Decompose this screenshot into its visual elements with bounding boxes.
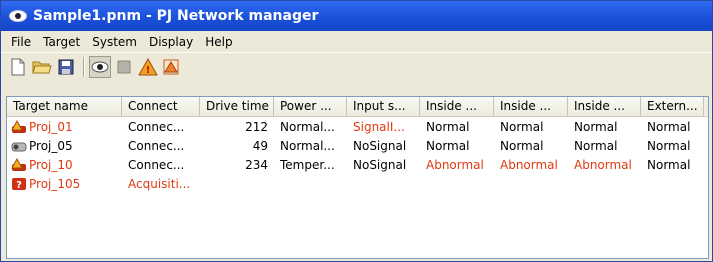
row-inside-2: Abnormal — [500, 157, 558, 172]
menu-bar: File Target System Display Help — [1, 31, 712, 52]
table-row[interactable]: Proj_05 Connec... 49 Normal... NoSignal … — [7, 136, 708, 155]
row-input: SignalI... — [353, 119, 405, 134]
row-inside-3: Normal — [574, 119, 618, 134]
row-power: Temper... — [280, 157, 335, 172]
eye-app-icon — [9, 9, 27, 23]
row-inside-1: Normal — [426, 138, 470, 153]
column-inside-2[interactable]: Inside ... — [494, 97, 568, 116]
projector-icon — [11, 139, 27, 153]
alert-settings-icon[interactable] — [161, 56, 183, 78]
error-projector-icon: ? — [11, 177, 27, 191]
row-input: NoSignal — [353, 138, 407, 153]
projector-list[interactable]: Target name Connect Drive time Power ...… — [6, 96, 709, 259]
toolbar-separator — [83, 57, 85, 77]
app-window: Sample1.pnm - PJ Network manager File Ta… — [0, 0, 713, 262]
column-power[interactable]: Power ... — [274, 97, 347, 116]
row-name: Proj_10 — [29, 157, 73, 172]
row-connect: Connec... — [128, 157, 185, 172]
row-inside-1: Normal — [426, 119, 470, 134]
table-row[interactable]: ? Proj_105 Acquisiti... — [7, 174, 708, 193]
menu-help[interactable]: Help — [199, 35, 238, 49]
row-inside-2: Normal — [500, 138, 544, 153]
open-folder-icon[interactable] — [31, 56, 53, 78]
row-power: Normal... — [280, 119, 335, 134]
svg-text:!: ! — [146, 65, 151, 76]
row-inside-3: Normal — [574, 138, 618, 153]
column-drive-time[interactable]: Drive time — [200, 97, 274, 116]
row-external: Normal — [647, 157, 691, 172]
column-input-signal[interactable]: Input s... — [347, 97, 420, 116]
row-drive-time: 212 — [245, 119, 268, 134]
row-name: Proj_05 — [29, 138, 73, 153]
menu-file[interactable]: File — [5, 35, 37, 49]
table-row[interactable]: Proj_01 Connec... 212 Normal... SignalI.… — [7, 117, 708, 136]
row-input: NoSignal — [353, 157, 407, 172]
row-connect: Connec... — [128, 119, 185, 134]
menu-system[interactable]: System — [86, 35, 143, 49]
table-row[interactable]: Proj_10 Connec... 234 Temper... NoSignal… — [7, 155, 708, 174]
menu-target[interactable]: Target — [37, 35, 86, 49]
warning-projector-icon — [11, 119, 27, 134]
warning-icon[interactable]: ! — [137, 56, 159, 78]
list-header: Target name Connect Drive time Power ...… — [7, 97, 708, 117]
row-connect: Acquisiti... — [128, 176, 191, 191]
warning-projector-icon — [11, 157, 27, 172]
monitor-icon[interactable] — [89, 56, 111, 78]
row-inside-1: Abnormal — [426, 157, 484, 172]
row-external: Normal — [647, 138, 691, 153]
row-name: Proj_01 — [29, 119, 73, 134]
row-external: Normal — [647, 119, 691, 134]
row-connect: Connec... — [128, 138, 185, 153]
row-inside-2: Normal — [500, 119, 544, 134]
stop-icon[interactable] — [113, 56, 135, 78]
column-inside-3[interactable]: Inside ... — [568, 97, 641, 116]
title-bar[interactable]: Sample1.pnm - PJ Network manager — [1, 1, 712, 31]
svg-text:?: ? — [16, 180, 22, 191]
toolbar: ! — [1, 52, 712, 81]
row-drive-time: 234 — [245, 157, 268, 172]
window-title: Sample1.pnm - PJ Network manager — [33, 8, 319, 24]
menu-display[interactable]: Display — [143, 35, 199, 49]
save-icon[interactable] — [55, 56, 77, 78]
row-inside-3: Abnormal — [574, 157, 632, 172]
row-drive-time: 49 — [252, 138, 268, 153]
row-name: Proj_105 — [29, 176, 81, 191]
new-file-icon[interactable] — [7, 56, 29, 78]
column-inside-1[interactable]: Inside ... — [420, 97, 494, 116]
column-target-name[interactable]: Target name — [7, 97, 122, 116]
column-connect[interactable]: Connect — [122, 97, 200, 116]
column-external[interactable]: Extern... — [641, 97, 704, 116]
row-power: Normal... — [280, 138, 335, 153]
